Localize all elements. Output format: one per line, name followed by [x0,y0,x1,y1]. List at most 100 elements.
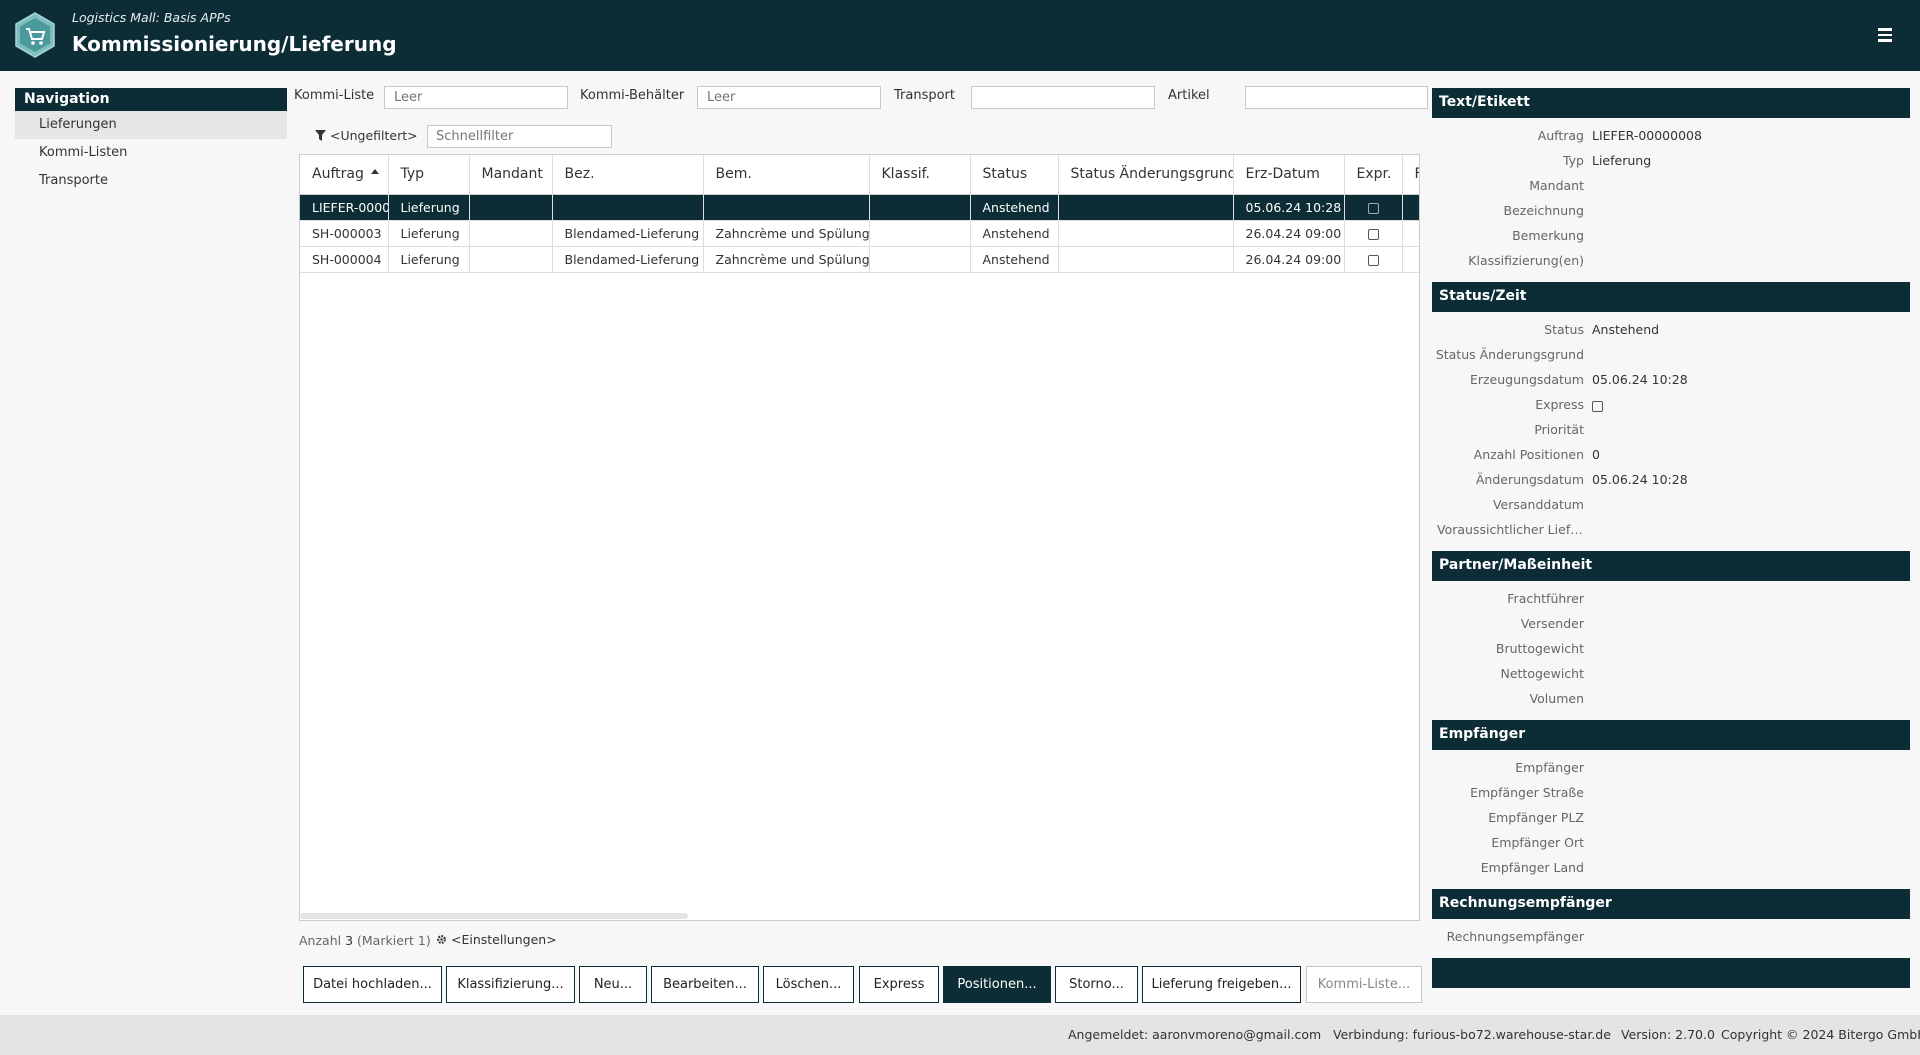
express-checkbox[interactable] [1367,254,1379,266]
cell-erz-datum: 26.04.24 09:00 [1233,246,1345,273]
logistics-mall-logo-icon [15,12,55,58]
transport-input[interactable] [971,86,1155,109]
datei-hochladen-button[interactable]: Datei hochladen... [303,966,442,1003]
column-header-bez[interactable]: Bez. [552,155,704,195]
cell-auftrag: SH-000004 [300,246,389,273]
menu-icon[interactable] [1878,28,1892,42]
empfaenger-ort-label: Empfänger Ort [1491,835,1584,850]
loeschen-button[interactable]: Löschen... [763,966,854,1003]
status-value: Anstehend [1592,322,1660,337]
cell-bem: Zahncrème und Spülung [703,246,870,273]
nettogewicht-label: Nettogewicht [1500,666,1584,681]
column-header-auftrag[interactable]: Auftrag [300,155,389,195]
express-button[interactable]: Express [859,966,939,1003]
typ-value: Lieferung [1592,153,1652,168]
anzahl-positionen-label: Anzahl Positionen [1473,447,1584,462]
schnellfilter-input[interactable] [427,125,612,148]
column-header-mandant[interactable]: Mandant [469,155,553,195]
sidebar-navigation: Navigation Lieferungen Kommi-Listen Tran… [15,88,287,195]
connection-info: Verbindung: furious-bo72.warehouse-star.… [1333,1027,1611,1042]
cell-klassif [869,246,971,273]
section-title-rechnungsempfaenger: Rechnungsempfänger [1432,889,1910,919]
typ-label: Typ [1562,153,1584,168]
rechnungsempfaenger-label: Rechnungsempfänger [1446,929,1584,944]
column-header-expr[interactable]: Expr. [1344,155,1403,195]
positionen-button[interactable]: Positionen... [943,966,1051,1003]
logged-in-user: Angemeldet: aaronvmoreno@gmail.com [1068,1027,1322,1042]
transport-label: Transport [894,88,956,103]
filter-label: <Ungefiltert> [329,128,418,143]
column-header-bem[interactable]: Bem. [703,155,870,195]
lieferung-freigeben-button[interactable]: Lieferung freigeben... [1142,966,1301,1003]
kommi-liste-input[interactable] [384,86,568,109]
voraussichtlicher-liefertermin-label: Voraussichtlicher Liefertermin [1437,522,1587,537]
sidebar-item-lieferungen[interactable]: Lieferungen [15,111,287,139]
artikel-label: Artikel [1168,88,1210,103]
cell-bez: Blendamed-Lieferung [552,220,704,247]
anzahl-positionen-value: 0 [1592,447,1600,462]
column-header-f[interactable]: F [1402,155,1419,195]
bruttogewicht-label: Bruttogewicht [1495,641,1584,656]
cell-status: Anstehend [970,246,1059,273]
cell-typ: Lieferung [388,220,470,247]
sidebar-item-transporte[interactable]: Transporte [15,167,287,195]
artikel-input[interactable] [1245,86,1428,109]
cell-typ: Lieferung [388,246,470,273]
section-title-empfaenger: Empfänger [1432,720,1910,750]
version-info: Version: 2.70.0 [1621,1027,1715,1042]
storno-button[interactable]: Storno... [1055,966,1138,1003]
cell-f [1402,246,1419,273]
cell-status: Anstehend [970,220,1059,247]
cell-klassif [869,220,971,247]
versender-label: Versender [1520,616,1584,631]
column-header-status[interactable]: Status [970,155,1059,195]
cell-mandant [469,246,553,273]
cell-f [1402,220,1419,247]
mandant-label: Mandant [1529,178,1584,193]
column-header-klassif[interactable]: Klassif. [869,155,971,195]
sidebar-item-kommi-listen[interactable]: Kommi-Listen [15,139,287,167]
table-row[interactable]: SH-000003 Lieferung Blendamed-Lieferung … [300,220,1419,247]
table-row[interactable]: SH-000004 Lieferung Blendamed-Lieferung … [300,246,1419,273]
filter-bar: Kommi-Liste Kommi-Behälter Transport Art… [294,84,1428,112]
section-title-text-etikett: Text/Etikett [1432,88,1910,118]
klassifizierung-label: Klassifizierung(en) [1468,253,1584,268]
cell-auftrag: SH-000003 [300,220,389,247]
empfaenger-strasse-label: Empfänger Straße [1470,785,1584,800]
table-header: Auftrag Typ Mandant Bez. Bem. Klassif. S… [300,155,1419,195]
cell-bem: Zahncrème und Spülung [703,220,870,247]
status-aenderungsgrund-label: Status Änderungsgrund [1435,347,1584,362]
prioritaet-label: Priorität [1534,422,1584,437]
einstellungen-button[interactable]: <Einstellungen> [436,932,557,947]
detail-panel: Text/Etikett Auftrag LIEFER-00000008 Typ L… [1432,88,1910,990]
section-title-partial [1432,958,1910,988]
cell-bez: Blendamed-Lieferung [552,246,704,273]
horizontal-scrollbar[interactable] [300,913,688,919]
column-header-status-aenderungsgrund[interactable]: Status Änderungsgrund [1058,155,1234,195]
express-checkbox[interactable] [1367,202,1379,214]
filter-dropdown[interactable]: <Ungefiltert> [315,128,418,143]
cell-klassif [869,194,971,221]
auftrag-value: LIEFER-00000008 [1592,128,1702,143]
klassifizierung-button[interactable]: Klassifizierung... [446,966,575,1003]
cell-typ: Lieferung [388,194,470,221]
neu-button[interactable]: Neu... [579,966,647,1003]
cell-mandant [469,220,553,247]
versanddatum-label: Versanddatum [1492,497,1584,512]
deliveries-table: Auftrag Typ Mandant Bez. Bem. Klassif. S… [299,154,1420,921]
row-count: Anzahl 3 (Markiert 1) [299,933,431,948]
express-checkbox[interactable] [1367,228,1379,240]
column-header-erz-datum[interactable]: Erz-Datum [1233,155,1345,195]
app-subtitle: Logistics Mall: Basis APPs [72,10,231,25]
cell-bez [552,194,704,221]
table-row[interactable]: LIEFER-00000008 Lieferung Anstehend 05.0… [300,194,1419,221]
column-header-typ[interactable]: Typ [388,155,470,195]
kommi-liste-button[interactable]: Kommi-Liste... [1306,966,1422,1003]
kommi-behaelter-input[interactable] [697,86,881,109]
cell-expr [1344,194,1403,221]
express-label: Express [1535,397,1584,412]
cell-expr [1344,246,1403,273]
bezeichnung-label: Bezeichnung [1503,203,1585,218]
copyright: Copyright © 2024 Bitergo GmbH [1721,1027,1920,1042]
bearbeiten-button[interactable]: Bearbeiten... [651,966,759,1003]
